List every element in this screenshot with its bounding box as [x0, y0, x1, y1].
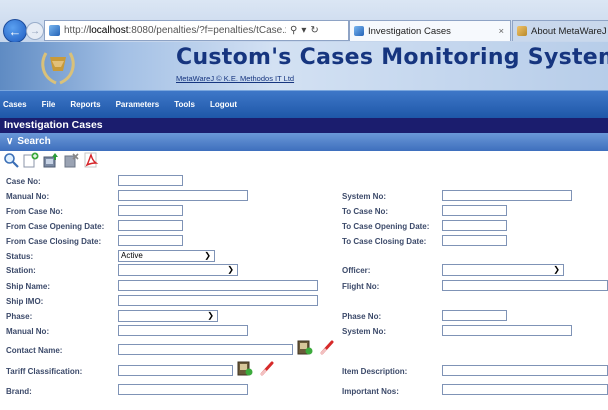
menu-item-file[interactable]: File [42, 100, 56, 109]
search-section-label: Search [17, 136, 51, 147]
flight-no-label: Flight No: [342, 282, 380, 291]
refresh-icon[interactable]: ↻ [310, 25, 318, 36]
brand-input[interactable] [118, 384, 248, 395]
to-case-no-input[interactable] [442, 205, 507, 216]
contact-name-input[interactable] [118, 344, 293, 355]
ship-name-input[interactable] [118, 280, 318, 291]
officer-select[interactable]: ❯ [442, 264, 564, 276]
to-closing-date-label: To Case Closing Date: [342, 237, 427, 246]
page-title: Investigation Cases [4, 119, 103, 131]
menu-item-tools[interactable]: Tools [174, 100, 195, 109]
phase-no-input[interactable] [442, 310, 507, 321]
system-no-2-label: System No: [342, 327, 387, 336]
status-select[interactable]: Active ❯ [118, 250, 215, 262]
ship-imo-label: Ship IMO: [6, 297, 44, 306]
app-title: Custom's Cases Monitoring System [176, 45, 608, 70]
important-nos-input[interactable] [442, 384, 608, 395]
back-icon[interactable]: ← [3, 19, 27, 43]
phase-select[interactable]: ❯ [118, 310, 218, 322]
manual-no-2-input[interactable] [118, 325, 248, 336]
search-icon[interactable]: ⚲ [290, 25, 297, 36]
to-opening-date-input[interactable] [442, 220, 507, 231]
tab-label: Investigation Cases [368, 25, 451, 37]
case-no-label: Case No: [6, 177, 41, 186]
item-description-input[interactable] [442, 365, 608, 376]
page-favicon-icon [49, 25, 60, 36]
flight-no-input[interactable] [442, 280, 608, 291]
chevron-down-icon: ∨ [6, 136, 14, 147]
delete-icon[interactable] [63, 152, 79, 168]
clear-icon[interactable] [319, 339, 335, 355]
menu-item-cases[interactable]: Cases [3, 100, 27, 109]
from-closing-date-label: From Case Closing Date: [6, 237, 102, 246]
status-selected-value: Active [121, 251, 143, 260]
item-description-label: Item Description: [342, 367, 408, 376]
case-no-input[interactable] [118, 175, 183, 186]
chevron-down-icon: ❯ [204, 251, 211, 260]
close-icon[interactable]: × [498, 26, 504, 37]
dropdown-icon[interactable]: ▾ [301, 25, 306, 36]
clear-icon[interactable] [259, 360, 275, 376]
brand-label: Brand: [6, 387, 32, 396]
phase-label: Phase: [6, 312, 33, 321]
chevron-down-icon: ❯ [553, 265, 560, 274]
forward-icon[interactable]: → [26, 22, 44, 40]
status-label: Status: [6, 252, 34, 261]
app-subtitle-link[interactable]: MetaWareJ © K.E. Methodos IT Ltd [176, 74, 294, 83]
station-label: Station: [6, 266, 36, 275]
to-opening-date-label: To Case Opening Date: [342, 222, 430, 231]
system-no-2-input[interactable] [442, 325, 572, 336]
menu-item-logout[interactable]: Logout [210, 100, 237, 109]
to-case-no-label: To Case No: [342, 207, 389, 216]
tab-about-metawarej[interactable]: About MetaWareJ [512, 20, 608, 41]
from-case-no-label: From Case No: [6, 207, 63, 216]
address-url: http://localhost:8080/penalties/?f=penal… [64, 25, 286, 36]
lookup-icon[interactable] [297, 339, 313, 355]
address-bar[interactable]: http://localhost:8080/penalties/?f=penal… [44, 20, 349, 41]
from-opening-date-input[interactable] [118, 220, 183, 231]
from-case-no-input[interactable] [118, 205, 183, 216]
pdf-icon[interactable] [83, 152, 99, 168]
cyprus-emblem-icon [41, 52, 75, 85]
tab-label: About MetaWareJ [531, 25, 607, 37]
tariff-classification-label: Tariff Classification: [6, 367, 83, 376]
upload-icon[interactable] [43, 152, 59, 168]
tab-investigation-cases[interactable]: Investigation Cases × [349, 20, 511, 41]
tab-favicon-icon [354, 26, 364, 36]
chevron-down-icon: ❯ [207, 311, 214, 320]
manual-no-label: Manual No: [6, 192, 50, 201]
officer-label: Officer: [342, 266, 371, 275]
ship-imo-input[interactable] [118, 295, 318, 306]
search-icon[interactable] [3, 152, 19, 168]
from-opening-date-label: From Case Opening Date: [6, 222, 105, 231]
manual-no-2-label: Manual No: [6, 327, 50, 336]
menu-item-reports[interactable]: Reports [70, 100, 100, 109]
lookup-icon[interactable] [237, 360, 253, 376]
system-no-input[interactable] [442, 190, 572, 201]
new-record-icon[interactable] [23, 152, 39, 168]
search-section-toggle[interactable]: ∨ Search [6, 136, 51, 147]
tariff-classification-input[interactable] [118, 365, 233, 376]
menu-item-parameters[interactable]: Parameters [116, 100, 160, 109]
important-nos-label: Important Nos: [342, 387, 399, 396]
manual-no-input[interactable] [118, 190, 248, 201]
search-section-bar[interactable] [0, 133, 608, 151]
from-closing-date-input[interactable] [118, 235, 183, 246]
station-select[interactable]: ❯ [118, 264, 238, 276]
chevron-down-icon: ❯ [227, 265, 234, 274]
main-menu: Cases File Reports Parameters Tools Logo… [0, 90, 608, 118]
to-closing-date-input[interactable] [442, 235, 507, 246]
tab-favicon-icon [517, 26, 527, 36]
contact-name-label: Contact Name: [6, 346, 63, 355]
system-no-label: System No: [342, 192, 387, 201]
phase-no-label: Phase No: [342, 312, 382, 321]
ship-name-label: Ship Name: [6, 282, 51, 291]
